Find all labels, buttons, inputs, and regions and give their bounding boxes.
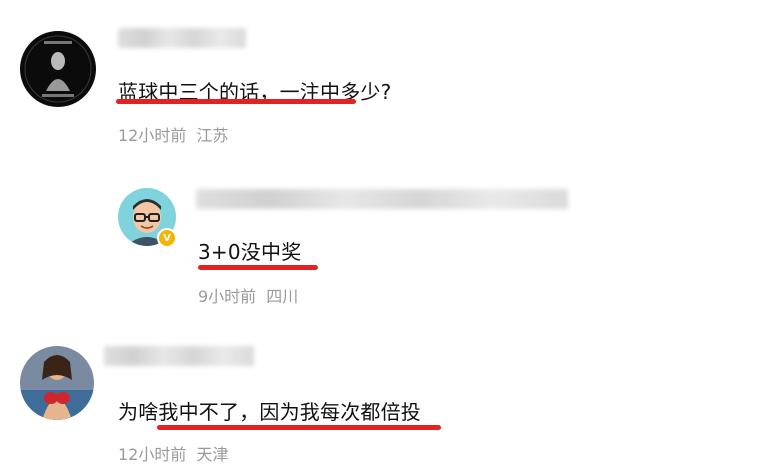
verified-badge-icon: V [157, 228, 177, 248]
comment-1-time: 12小时前 [118, 126, 187, 145]
comment-2-location: 四川 [266, 287, 299, 306]
username-1-blurred [118, 28, 246, 48]
comment-1-location: 江苏 [196, 126, 229, 145]
comment-3-time: 12小时前 [118, 445, 187, 464]
comment-2-meta: 9小时前 四川 [198, 283, 298, 307]
avatar-3-image [20, 346, 94, 420]
comment-2-time: 9小时前 [198, 287, 257, 306]
comment-3-underline [157, 425, 441, 430]
comment-2-underline [198, 265, 318, 270]
username-3-blurred [104, 346, 254, 366]
avatar-1-image [20, 31, 96, 107]
user-avatar-3[interactable] [20, 346, 94, 420]
comment-1-meta: 12小时前 江苏 [118, 122, 228, 146]
comment-3-text: 为啥我中不了，因为我每次都倍投 [118, 400, 421, 424]
user-avatar-1[interactable] [20, 31, 96, 107]
username-2-blurred [196, 189, 568, 209]
comment-3-meta: 12小时前 天津 [118, 441, 228, 465]
comment-3-location: 天津 [196, 445, 229, 464]
comment-2-text: 3+0没中奖 [198, 240, 302, 264]
comment-1-underline [116, 99, 356, 104]
